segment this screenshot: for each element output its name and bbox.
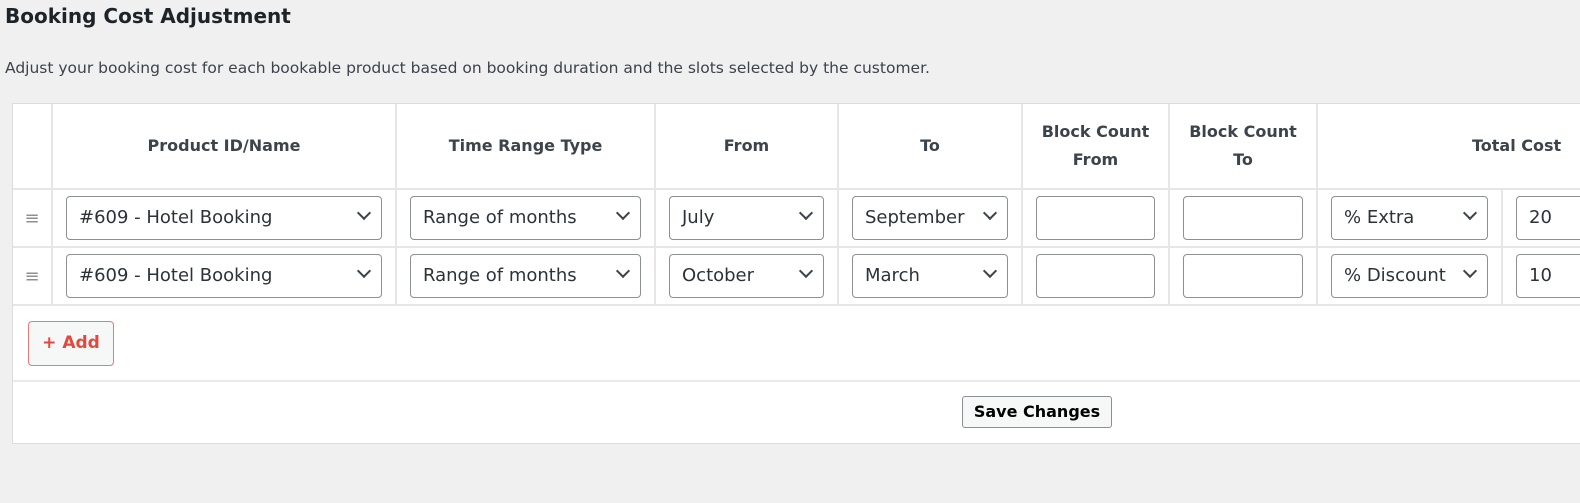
chevron-down-icon — [356, 263, 372, 279]
table-row: ≡ #609 - Hotel Booking Range of months J… — [13, 188, 1580, 248]
select-value: Range of months — [423, 265, 577, 286]
chevron-down-icon — [615, 205, 631, 221]
table-row: ≡ #609 - Hotel Booking Range of months O… — [13, 246, 1580, 306]
drag-handle-icon[interactable]: ≡ — [13, 246, 53, 306]
block-count-from-input[interactable] — [1036, 196, 1155, 240]
chevron-down-icon — [798, 263, 814, 279]
add-row-area: + Add — [13, 306, 1580, 382]
chevron-down-icon — [1462, 205, 1478, 221]
table-header: Product ID/Name Time Range Type From To … — [13, 104, 1580, 190]
block-count-to-input[interactable] — [1183, 254, 1303, 298]
chevron-down-icon — [356, 205, 372, 221]
block-count-from-input[interactable] — [1036, 254, 1155, 298]
from-select[interactable]: October — [669, 254, 824, 298]
time-range-type-select[interactable]: Range of months — [410, 196, 641, 240]
select-value: % Discount — [1344, 265, 1446, 286]
block-count-to-input[interactable] — [1183, 196, 1303, 240]
header-total-cost: Total Cost — [1316, 104, 1580, 190]
save-changes-button[interactable]: Save Changes — [962, 396, 1112, 428]
cost-value-input[interactable]: 10 — [1516, 254, 1580, 298]
select-value: Range of months — [423, 207, 577, 228]
chevron-down-icon — [798, 205, 814, 221]
cost-value-input[interactable]: 20 — [1516, 196, 1580, 240]
cost-type-select[interactable]: % Discount — [1331, 254, 1488, 298]
header-drag — [13, 104, 53, 190]
chevron-down-icon — [615, 263, 631, 279]
chevron-down-icon — [982, 263, 998, 279]
select-value: September — [865, 207, 965, 228]
select-value: July — [682, 207, 715, 228]
from-select[interactable]: July — [669, 196, 824, 240]
header-to: To — [837, 104, 1023, 190]
product-select[interactable]: #609 - Hotel Booking — [66, 254, 382, 298]
header-product: Product ID/Name — [51, 104, 397, 190]
cost-adjustment-panel: Product ID/Name Time Range Type From To … — [12, 103, 1580, 444]
cost-adjustment-table: Product ID/Name Time Range Type From To … — [13, 104, 1580, 306]
chevron-down-icon — [1462, 263, 1478, 279]
page-description: Adjust your booking cost for each bookab… — [5, 59, 930, 77]
add-button[interactable]: + Add — [28, 321, 114, 366]
time-range-type-select[interactable]: Range of months — [410, 254, 641, 298]
header-total-cost-label: Total Cost — [1472, 136, 1562, 155]
select-value: #609 - Hotel Booking — [79, 265, 273, 286]
page-title: Booking Cost Adjustment — [5, 4, 291, 28]
select-value: October — [682, 265, 755, 286]
cost-type-select[interactable]: % Extra — [1331, 196, 1488, 240]
header-time-range-type: Time Range Type — [395, 104, 656, 190]
product-select[interactable]: #609 - Hotel Booking — [66, 196, 382, 240]
to-select[interactable]: September — [852, 196, 1008, 240]
select-value: % Extra — [1344, 207, 1415, 228]
chevron-down-icon — [982, 205, 998, 221]
header-block-count-from: Block Count From — [1021, 104, 1170, 190]
header-from: From — [654, 104, 839, 190]
select-value: #609 - Hotel Booking — [79, 207, 273, 228]
select-value: March — [865, 265, 920, 286]
to-select[interactable]: March — [852, 254, 1008, 298]
drag-handle-icon[interactable]: ≡ — [13, 188, 53, 248]
header-block-count-to: Block Count To — [1168, 104, 1318, 190]
